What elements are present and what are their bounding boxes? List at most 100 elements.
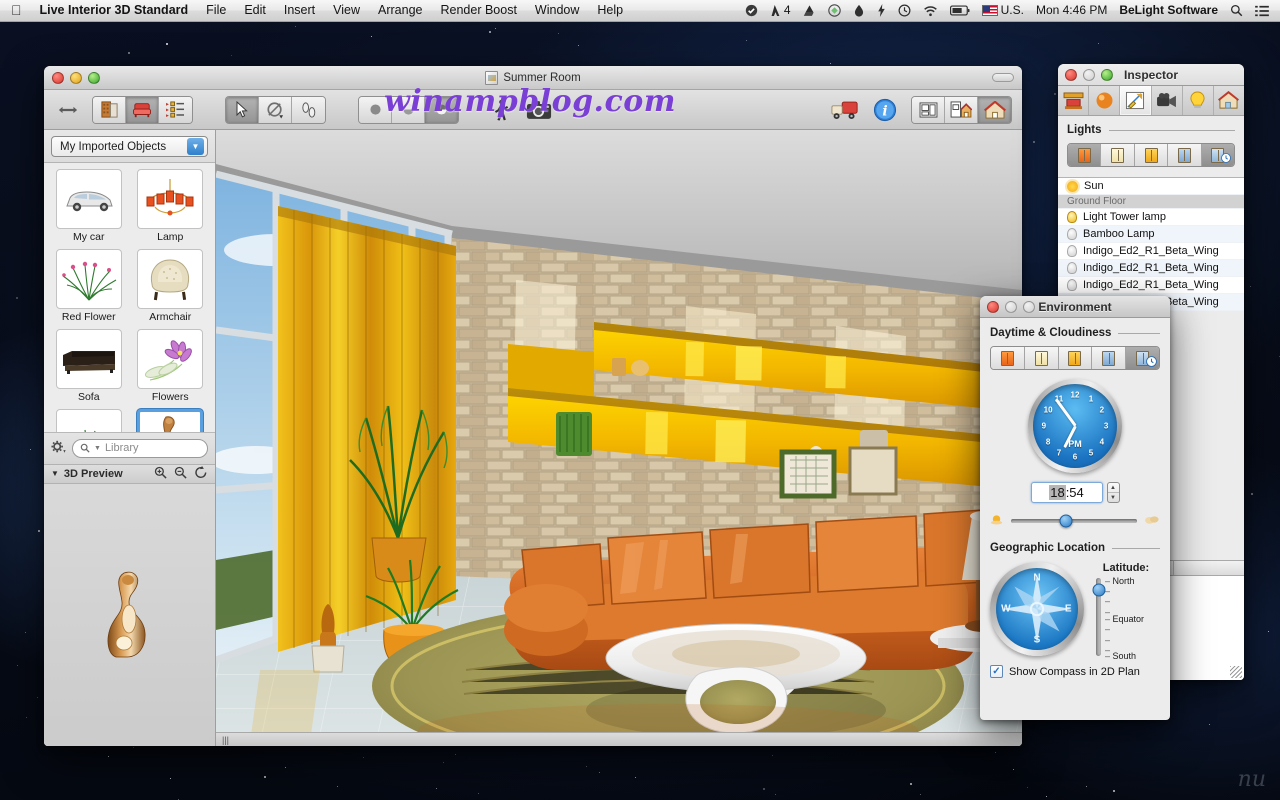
menu-help[interactable]: Help	[588, 2, 632, 19]
inspector-minimize-button[interactable]	[1083, 68, 1095, 81]
library-item-red-flower[interactable]: Red Flower	[50, 249, 128, 327]
flash-icon[interactable]	[872, 2, 891, 19]
latitude-slider-track[interactable]	[1092, 578, 1105, 656]
wifi-icon[interactable]	[918, 2, 943, 19]
menu-edit[interactable]: Edit	[235, 2, 275, 19]
light-row-bamboo-lamp[interactable]: Bamboo Lamp	[1058, 226, 1244, 243]
daytime-slider[interactable]	[990, 512, 1160, 530]
tab-site[interactable]	[1214, 86, 1244, 115]
zoom-out-icon[interactable]	[174, 466, 187, 482]
compass-face[interactable]: N E S W	[996, 568, 1078, 650]
main-toolbar[interactable]: winampblog.com i	[44, 84, 1022, 130]
light-row-indigo-2[interactable]: Indigo_Ed2_R1_Beta_Wing	[1058, 260, 1244, 277]
time-stepper[interactable]: ▲ ▼	[1106, 482, 1120, 503]
info-icon[interactable]: i	[871, 96, 899, 124]
inspector-close-button[interactable]	[1065, 68, 1077, 81]
light-row-light-tower-lamp[interactable]: Light Tower lamp	[1058, 209, 1244, 226]
time-input[interactable]: 18:54	[1030, 482, 1103, 503]
environment-zoom-button[interactable]	[1023, 300, 1035, 313]
cloudiness-clear-button[interactable]	[1024, 347, 1059, 369]
light-group-ground-floor[interactable]: Ground Floor	[1058, 195, 1244, 209]
preview-area[interactable]	[44, 483, 215, 746]
lights-list[interactable]: Sun Ground Floor Light Tower lamp Bamboo…	[1058, 177, 1244, 311]
menu-bar[interactable]:  Live Interior 3D Standard File Edit In…	[0, 0, 1280, 22]
menu-arrange[interactable]: Arrange	[369, 2, 431, 19]
resize-arrows-icon[interactable]	[54, 96, 82, 124]
tab-edit[interactable]	[1120, 86, 1152, 115]
compass-bezel[interactable]: N E S W	[990, 562, 1084, 656]
bulb-off-icon[interactable]	[1067, 228, 1077, 240]
preview-header[interactable]: ▼ 3D Preview	[44, 463, 215, 484]
bulb-on-icon[interactable]	[1067, 211, 1077, 223]
time-machine-icon[interactable]	[893, 2, 916, 19]
inspector-tabs[interactable]	[1058, 86, 1244, 116]
inspector-zoom-button[interactable]	[1101, 68, 1113, 81]
zoom-in-icon[interactable]	[154, 466, 167, 482]
tab-camera[interactable]	[1152, 86, 1183, 115]
cloudiness-sunset-button[interactable]	[991, 347, 1025, 369]
disclosure-triangle-icon[interactable]: ▼	[51, 469, 59, 478]
checkbox-checked-icon[interactable]: ✓	[990, 665, 1003, 678]
library-item-my-car[interactable]: My car	[50, 169, 128, 247]
spotlight-search-icon[interactable]	[1225, 2, 1248, 19]
library-item-bush[interactable]: Bush	[50, 409, 128, 432]
list-view-icon[interactable]	[159, 96, 192, 123]
light-row-sun[interactable]: Sun	[1058, 178, 1244, 195]
menu-view[interactable]: View	[324, 2, 369, 19]
tab-light[interactable]	[1183, 86, 1214, 115]
library-item-lamp[interactable]: Lamp	[132, 169, 210, 247]
tab-object[interactable]	[1058, 86, 1090, 115]
time-entry-row[interactable]: 18:54 ▲ ▼	[990, 482, 1160, 503]
apple-logo-icon[interactable]: 	[8, 3, 31, 19]
menu-window[interactable]: Window	[526, 2, 588, 19]
toolbar-mode-group[interactable]	[92, 95, 193, 124]
menu-user-name[interactable]: BeLight Software	[1114, 2, 1223, 19]
elevation-view-icon[interactable]	[945, 96, 978, 123]
walk-tool-icon[interactable]	[292, 96, 325, 123]
library-item-statue[interactable]: Statue	[132, 409, 210, 432]
menu-clock[interactable]: Mon 4:46 PM	[1031, 2, 1112, 19]
light-preset-segments[interactable]	[1067, 143, 1235, 167]
search-scope-chevron-icon[interactable]: ▼	[94, 445, 101, 452]
arrow-tool-icon[interactable]	[226, 96, 259, 123]
daytime-slider-knob[interactable]	[1059, 514, 1073, 528]
plan-view-icon[interactable]	[912, 96, 945, 123]
stepper-down-button[interactable]: ▼	[1108, 493, 1119, 502]
preset-custom-time-button[interactable]	[1201, 144, 1234, 166]
inspector-titlebar[interactable]: Inspector	[1058, 64, 1244, 86]
3d-view-icon[interactable]	[978, 96, 1011, 123]
category-dropdown[interactable]: My Imported Objects ▼	[51, 136, 208, 157]
cloudiness-by-time-button[interactable]	[1126, 347, 1159, 369]
adobe-icon[interactable]: 4	[765, 2, 796, 19]
library-item-sofa[interactable]: Sofa	[50, 329, 128, 407]
3d-viewport[interactable]: |||	[216, 130, 1022, 746]
object-grid[interactable]: My car Lamp Red Flower Armchair Sofa Flo…	[44, 163, 215, 432]
bulb-off-icon[interactable]	[1067, 245, 1077, 257]
daytime-slider-track[interactable]	[1011, 514, 1137, 528]
stepper-up-button[interactable]: ▲	[1107, 483, 1119, 493]
library-item-armchair[interactable]: Armchair	[132, 249, 210, 327]
library-search-input[interactable]: ▼ Library	[72, 438, 208, 458]
building-icon[interactable]	[93, 96, 126, 123]
google-drive-icon[interactable]	[798, 2, 821, 19]
library-sidebar[interactable]: My Imported Objects ▼ My car Lamp Red Fl…	[44, 130, 216, 746]
chevron-down-icon[interactable]: ▼	[187, 138, 204, 155]
toolbar-view-group[interactable]	[911, 95, 1012, 124]
bulb-off-icon[interactable]	[1067, 279, 1077, 291]
delivery-truck-icon[interactable]	[831, 96, 859, 124]
toolbar-tool-group[interactable]	[225, 95, 326, 124]
main-document-window[interactable]: Summer Room winampblog.com i My Imported…	[44, 66, 1022, 746]
preset-sunset-button[interactable]	[1068, 144, 1102, 166]
preset-cool-button[interactable]	[1168, 144, 1202, 166]
show-compass-checkbox-row[interactable]: ✓ Show Compass in 2D Plan	[990, 665, 1160, 678]
library-item-flowers[interactable]: Flowers	[132, 329, 210, 407]
daytime-clock[interactable]: 12 1 2 3 4 5 6 7 8 9 10 11 PM	[990, 379, 1160, 473]
battery-icon[interactable]	[945, 2, 975, 19]
light-row-indigo-3[interactable]: Indigo_Ed2_R1_Beta_Wing	[1058, 277, 1244, 294]
furniture-icon[interactable]	[126, 96, 159, 123]
environment-close-button[interactable]	[987, 300, 999, 313]
latitude-slider-knob[interactable]	[1092, 583, 1105, 597]
latitude-control[interactable]: Latitude: North Equator South	[1092, 562, 1160, 661]
dropbox-icon[interactable]	[823, 2, 846, 19]
cloudiness-overcast-button[interactable]	[1092, 347, 1127, 369]
